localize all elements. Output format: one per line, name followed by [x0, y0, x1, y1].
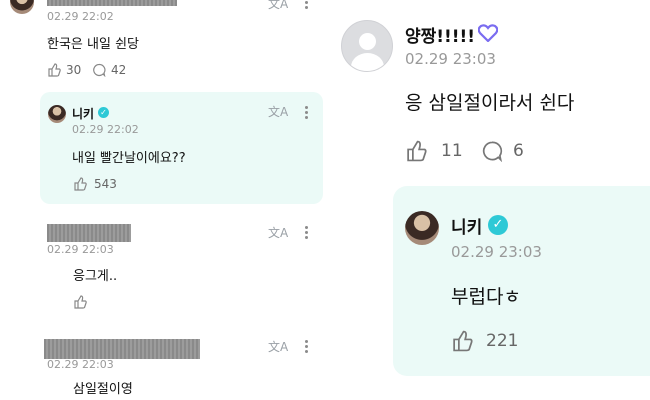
avatar[interactable]	[10, 0, 34, 14]
comment-author[interactable]: 니키	[72, 105, 94, 122]
comment-timestamp: 02.29 22:03	[47, 358, 114, 371]
translate-icon[interactable]: 文A	[268, 227, 288, 239]
translate-icon[interactable]: 文A	[268, 0, 288, 10]
comment-timestamp: 02.29 22:02	[72, 123, 139, 136]
verified-badge-icon: ✓	[98, 107, 109, 118]
comment-timestamp: 02.29 23:03	[451, 243, 542, 261]
like-count: 30	[66, 63, 82, 77]
like-count: 11	[441, 141, 463, 161]
default-avatar-icon[interactable]	[341, 20, 393, 72]
like-icon[interactable]	[405, 140, 427, 162]
comment-timestamp: 02.29 22:03	[47, 243, 114, 256]
comment-author[interactable]: 니키	[451, 213, 482, 238]
redacted-username	[47, 224, 131, 242]
like-icon[interactable]	[47, 63, 61, 77]
comment-item: 02.29 22:03 文A 응그게..	[0, 218, 333, 328]
avatar[interactable]	[48, 105, 66, 123]
reply-count: 42	[111, 63, 127, 77]
comment-item: 02.29 22:02 文A 한국은 내일 쉰당 30 42	[0, 0, 333, 88]
highlighted-reply: 니키 ✓ 02.29 22:02 文A 내일 빨간날이에요?? 543	[40, 92, 323, 204]
redacted-username	[44, 339, 200, 359]
comment-author[interactable]: 양짱!!!!!	[405, 22, 475, 47]
comment-item: 02.29 22:03 文A 삼일절이영	[0, 334, 333, 400]
comment-text: 부럽다ㅎ	[451, 286, 521, 308]
redacted-username	[47, 0, 177, 6]
reply-icon[interactable]	[481, 140, 503, 162]
translate-icon[interactable]: 文A	[268, 106, 288, 118]
highlighted-reply: 니키 ✓ 02.29 23:03 부럽다ㅎ 221	[393, 186, 650, 376]
avatar[interactable]	[405, 211, 439, 245]
translate-icon[interactable]: 文A	[268, 341, 288, 353]
more-icon[interactable]	[305, 340, 309, 355]
like-count: 543	[94, 177, 117, 191]
verified-badge-icon: ✓	[488, 215, 508, 235]
more-icon[interactable]	[305, 0, 309, 11]
reply-count: 6	[513, 141, 524, 161]
like-icon[interactable]	[451, 330, 473, 352]
comment-text: 한국은 내일 쉰당	[47, 37, 139, 52]
heart-badge-icon	[478, 24, 498, 42]
like-count: 221	[486, 331, 519, 351]
comment-text: 내일 빨간날이에요??	[72, 151, 186, 166]
like-icon[interactable]	[73, 295, 87, 309]
right-comment-panel: 양짱!!!!! 02.29 23:03 응 삼일절이라서 쉰다 11 6 니키 …	[333, 0, 650, 400]
comment-text: 삼일절이영	[73, 382, 133, 397]
comment-text: 응 삼일절이라서 쉰다	[405, 92, 575, 114]
like-icon[interactable]	[73, 177, 87, 191]
more-icon[interactable]	[305, 106, 309, 121]
comment-timestamp: 02.29 22:02	[47, 10, 114, 23]
more-icon[interactable]	[305, 226, 309, 241]
comment-text: 응그게..	[73, 269, 118, 284]
left-comment-panel: 02.29 22:02 文A 한국은 내일 쉰당 30 42 니키 ✓ 02.2…	[0, 0, 333, 400]
reply-icon[interactable]	[92, 63, 106, 77]
comment-timestamp: 02.29 23:03	[405, 50, 496, 68]
comment-item: 양짱!!!!! 02.29 23:03 응 삼일절이라서 쉰다 11 6	[333, 0, 650, 180]
